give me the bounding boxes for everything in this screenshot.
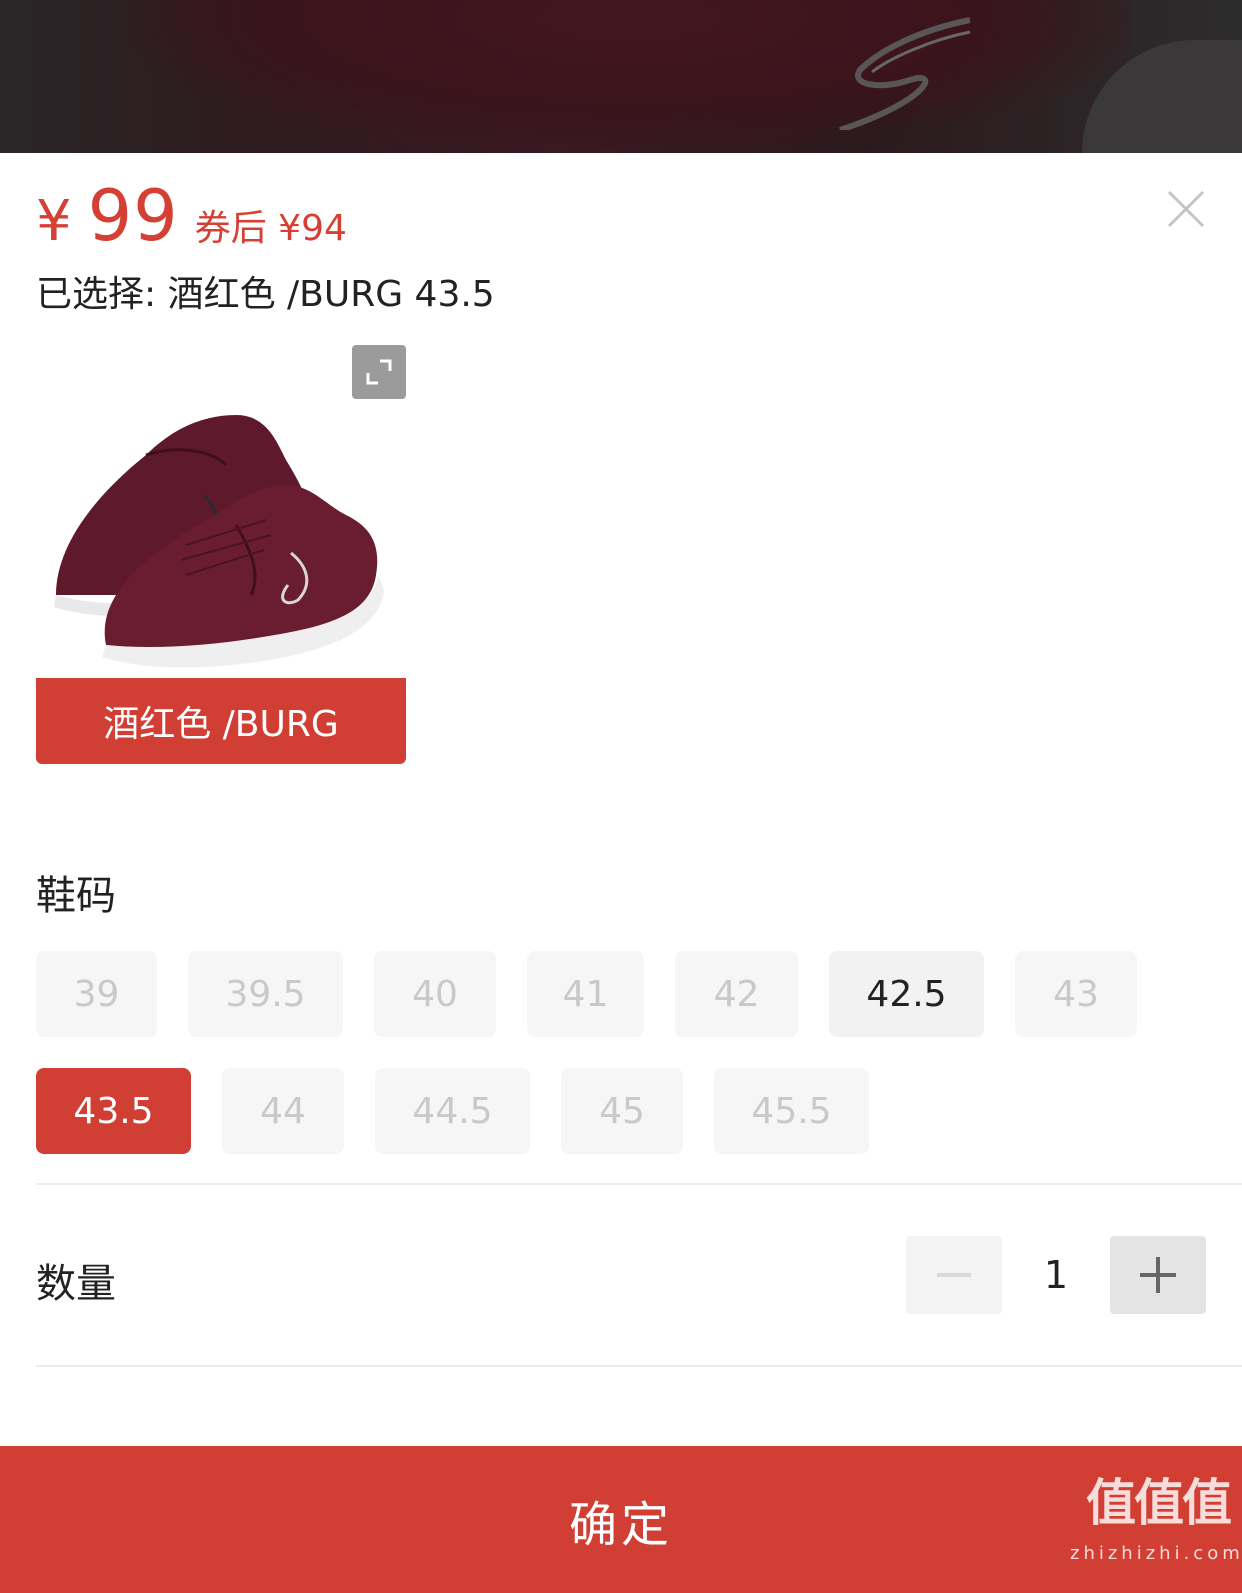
watermark-logo-text: 值值值: [1086, 1473, 1232, 1532]
product-backdrop-image: [0, 0, 1242, 153]
site-watermark: 值值值 zhizhizhi.com: [1070, 1453, 1242, 1593]
close-icon: [1167, 190, 1205, 228]
shoe-image: [54, 415, 384, 668]
close-button[interactable]: [1166, 189, 1206, 229]
size-option-44[interactable]: 44: [222, 1068, 344, 1154]
confirm-button[interactable]: 确定 值值值 zhizhizhi.com: [0, 1446, 1242, 1593]
color-variant-option[interactable]: 酒红色 /BURG: [36, 345, 406, 764]
sku-selector-sheet: ¥ 99 券后 ¥94 已选择: 酒红色 /BURG 43.5 酒红色 /BUR…: [0, 153, 1242, 1593]
expand-icon: [366, 359, 392, 385]
size-option-43[interactable]: 43: [1015, 951, 1137, 1037]
size-row: 43.5 44 44.5 45 45.5: [36, 1068, 1206, 1154]
size-option-42-5[interactable]: 42.5: [829, 951, 984, 1037]
size-option-45-5[interactable]: 45.5: [714, 1068, 869, 1154]
size-option-41[interactable]: 41: [527, 951, 644, 1037]
quantity-section-title: 数量: [36, 1261, 116, 1307]
divider: [36, 1365, 1242, 1367]
size-option-42[interactable]: 42: [675, 951, 798, 1037]
size-option-44-5[interactable]: 44.5: [375, 1068, 530, 1154]
size-option-40[interactable]: 40: [374, 951, 496, 1037]
divider: [36, 1183, 1242, 1185]
coupon-price: 券后 ¥94: [194, 208, 347, 249]
size-row: 39 39.5 40 41 42 42.5 43: [36, 951, 1206, 1037]
size-option-39[interactable]: 39: [36, 951, 157, 1037]
price-row: ¥ 99 券后 ¥94: [36, 175, 347, 257]
price-value: 99: [87, 175, 179, 257]
quantity-value[interactable]: 1: [1002, 1253, 1110, 1297]
plus-icon: [1140, 1257, 1176, 1293]
size-option-39-5[interactable]: 39.5: [188, 951, 343, 1037]
brand-logo-mark: [839, 17, 971, 130]
size-option-43-5[interactable]: 43.5: [36, 1068, 191, 1154]
minus-icon: [937, 1273, 971, 1277]
variant-thumbnail: [36, 345, 406, 678]
size-options: 39 39.5 40 41 42 42.5 43 43.5 44 44.5 45…: [36, 951, 1206, 1185]
shoe-upper-shape: [130, 0, 1130, 150]
variant-label: 酒红色 /BURG: [36, 678, 406, 764]
confirm-label: 确定: [568, 1496, 673, 1553]
size-option-45[interactable]: 45: [561, 1068, 683, 1154]
size-section-title: 鞋码: [36, 873, 116, 919]
selected-summary: 已选择: 酒红色 /BURG 43.5: [36, 274, 495, 315]
watermark-url: zhizhizhi.com: [1070, 1543, 1242, 1564]
expand-image-button[interactable]: [352, 345, 406, 399]
quantity-stepper: 1: [906, 1236, 1206, 1314]
currency-symbol: ¥: [36, 189, 72, 254]
increase-quantity-button[interactable]: [1110, 1236, 1206, 1314]
decrease-quantity-button[interactable]: [906, 1236, 1002, 1314]
